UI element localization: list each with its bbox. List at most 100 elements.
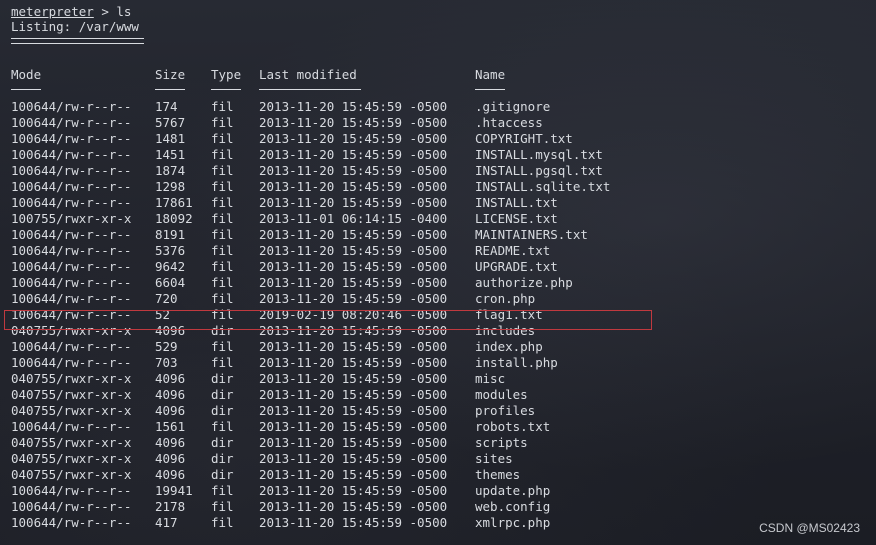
row-last-modified: 2013-11-20 15:45:59 -0500 bbox=[259, 115, 448, 130]
row-type: fil bbox=[211, 227, 234, 242]
flag1-highlight-box bbox=[4, 310, 652, 330]
terminal-window[interactable]: meterpreter > ls Listing: /var/www Mode … bbox=[0, 0, 876, 545]
row-name: index.php bbox=[475, 339, 543, 354]
row-size: 1451 bbox=[155, 147, 186, 162]
row-last-modified: 2013-11-20 15:45:59 -0500 bbox=[259, 499, 448, 514]
row-type: fil bbox=[211, 515, 234, 530]
row-mode: 100644/rw-r--r-- bbox=[11, 243, 132, 258]
row-name: xmlrpc.php bbox=[475, 515, 551, 530]
row-mode: 100644/rw-r--r-- bbox=[11, 419, 132, 434]
row-size: 4096 bbox=[155, 435, 186, 450]
row-last-modified: 2013-11-20 15:45:59 -0500 bbox=[259, 99, 448, 114]
row-mode: 040755/rwxr-xr-x bbox=[11, 451, 132, 466]
prompt-command: > ls bbox=[93, 4, 132, 19]
row-mode: 100644/rw-r--r-- bbox=[11, 115, 132, 130]
row-name: cron.php bbox=[475, 291, 536, 306]
table-row: 100755/rwxr-xr-x 18092 fil 2013-11-01 06:14… bbox=[0, 211, 876, 227]
row-type: dir bbox=[211, 451, 234, 466]
table-row: 100644/rw-r--r-- 703 fil 2013-11-20 15:45:5… bbox=[0, 355, 876, 371]
row-size: 703 bbox=[155, 355, 178, 370]
table-row: 100644/rw-r--r-- 1561 fil 2013-11-20 15:45:… bbox=[0, 419, 876, 435]
watermark-text: CSDN @MS02423 bbox=[759, 521, 860, 535]
table-row: 040755/rwxr-xr-x 4096 dir 2013-11-20 15:45:… bbox=[0, 371, 876, 387]
row-size: 720 bbox=[155, 291, 178, 306]
header-size: Size bbox=[155, 67, 186, 82]
row-last-modified: 2013-11-01 06:14:15 -0400 bbox=[259, 211, 448, 226]
row-last-modified: 2013-11-20 15:45:59 -0500 bbox=[259, 403, 448, 418]
table-row: 040755/rwxr-xr-x 4096 dir 2013-11-20 15:45:… bbox=[0, 403, 876, 419]
row-last-modified: 2013-11-20 15:45:59 -0500 bbox=[259, 387, 448, 402]
row-size: 5376 bbox=[155, 243, 186, 258]
row-type: dir bbox=[211, 371, 234, 386]
row-type: dir bbox=[211, 435, 234, 450]
row-type: fil bbox=[211, 211, 234, 226]
row-type: fil bbox=[211, 195, 234, 210]
row-name: INSTALL.txt bbox=[475, 195, 558, 210]
header-last-modified: Last modified bbox=[259, 67, 357, 82]
row-last-modified: 2013-11-20 15:45:59 -0500 bbox=[259, 243, 448, 258]
row-type: fil bbox=[211, 275, 234, 290]
row-name: misc bbox=[475, 371, 506, 386]
row-type: fil bbox=[211, 339, 234, 354]
table-row: 040755/rwxr-xr-x 4096 dir 2013-11-20 15:45:… bbox=[0, 435, 876, 451]
row-type: fil bbox=[211, 499, 234, 514]
row-name: COPYRIGHT.txt bbox=[475, 131, 573, 146]
table-row: 100644/rw-r--r-- 5376 fil 2013-11-20 15:45:… bbox=[0, 243, 876, 259]
row-type: fil bbox=[211, 243, 234, 258]
row-size: 17861 bbox=[155, 195, 193, 210]
header-mode: Mode bbox=[11, 67, 42, 82]
row-name: MAINTAINERS.txt bbox=[475, 227, 588, 242]
row-mode: 040755/rwxr-xr-x bbox=[11, 403, 132, 418]
table-row: 100644/rw-r--r-- 529 fil 2013-11-20 15:45:5… bbox=[0, 339, 876, 355]
row-mode: 100644/rw-r--r-- bbox=[11, 179, 132, 194]
row-type: fil bbox=[211, 99, 234, 114]
row-size: 2178 bbox=[155, 499, 186, 514]
table-row: 100644/rw-r--r-- 9642 fil 2013-11-20 15:45:… bbox=[0, 259, 876, 275]
row-name: robots.txt bbox=[475, 419, 551, 434]
row-name: sites bbox=[475, 451, 513, 466]
row-size: 4096 bbox=[155, 387, 186, 402]
header-size-underline bbox=[155, 89, 185, 90]
row-type: fil bbox=[211, 179, 234, 194]
header-last-modified-underline bbox=[259, 89, 361, 90]
row-size: 9642 bbox=[155, 259, 186, 274]
row-type: fil bbox=[211, 131, 234, 146]
row-type: fil bbox=[211, 291, 234, 306]
row-mode: 040755/rwxr-xr-x bbox=[11, 435, 132, 450]
row-mode: 100644/rw-r--r-- bbox=[11, 355, 132, 370]
row-type: dir bbox=[211, 467, 234, 482]
row-mode: 100644/rw-r--r-- bbox=[11, 147, 132, 162]
row-type: dir bbox=[211, 403, 234, 418]
row-mode: 100644/rw-r--r-- bbox=[11, 499, 132, 514]
row-mode: 100644/rw-r--r-- bbox=[11, 163, 132, 178]
row-size: 1874 bbox=[155, 163, 186, 178]
table-row: 100644/rw-r--r-- 1298 fil 2013-11-20 15:45:… bbox=[0, 179, 876, 195]
table-row: 100644/rw-r--r-- 720 fil 2013-11-20 15:45:5… bbox=[0, 291, 876, 307]
table-row: 100644/rw-r--r-- 8191 fil 2013-11-20 15:45:… bbox=[0, 227, 876, 243]
row-mode: 040755/rwxr-xr-x bbox=[11, 467, 132, 482]
row-name: modules bbox=[475, 387, 528, 402]
prompt-name: meterpreter bbox=[11, 4, 94, 19]
row-name: .gitignore bbox=[475, 99, 551, 114]
row-size: 8191 bbox=[155, 227, 186, 242]
row-type: fil bbox=[211, 259, 234, 274]
row-mode: 100644/rw-r--r-- bbox=[11, 99, 132, 114]
table-row: 040755/rwxr-xr-x 4096 dir 2013-11-20 15:45:… bbox=[0, 451, 876, 467]
row-name: README.txt bbox=[475, 243, 551, 258]
header-name-underline bbox=[475, 89, 505, 90]
row-type: fil bbox=[211, 163, 234, 178]
row-size: 1481 bbox=[155, 131, 186, 146]
row-mode: 040755/rwxr-xr-x bbox=[11, 387, 132, 402]
table-row: 100644/rw-r--r-- 6604 fil 2013-11-20 15:45:… bbox=[0, 275, 876, 291]
row-size: 417 bbox=[155, 515, 178, 530]
row-size: 4096 bbox=[155, 467, 186, 482]
row-size: 4096 bbox=[155, 403, 186, 418]
row-type: fil bbox=[211, 419, 234, 434]
row-size: 18092 bbox=[155, 211, 193, 226]
row-last-modified: 2013-11-20 15:45:59 -0500 bbox=[259, 147, 448, 162]
row-name: themes bbox=[475, 467, 521, 482]
table-row: 100644/rw-r--r-- 174 fil 2013-11-20 15:45:5… bbox=[0, 99, 876, 115]
row-mode: 040755/rwxr-xr-x bbox=[11, 371, 132, 386]
command-prompt-line: meterpreter > ls bbox=[11, 4, 131, 20]
row-size: 4096 bbox=[155, 451, 186, 466]
